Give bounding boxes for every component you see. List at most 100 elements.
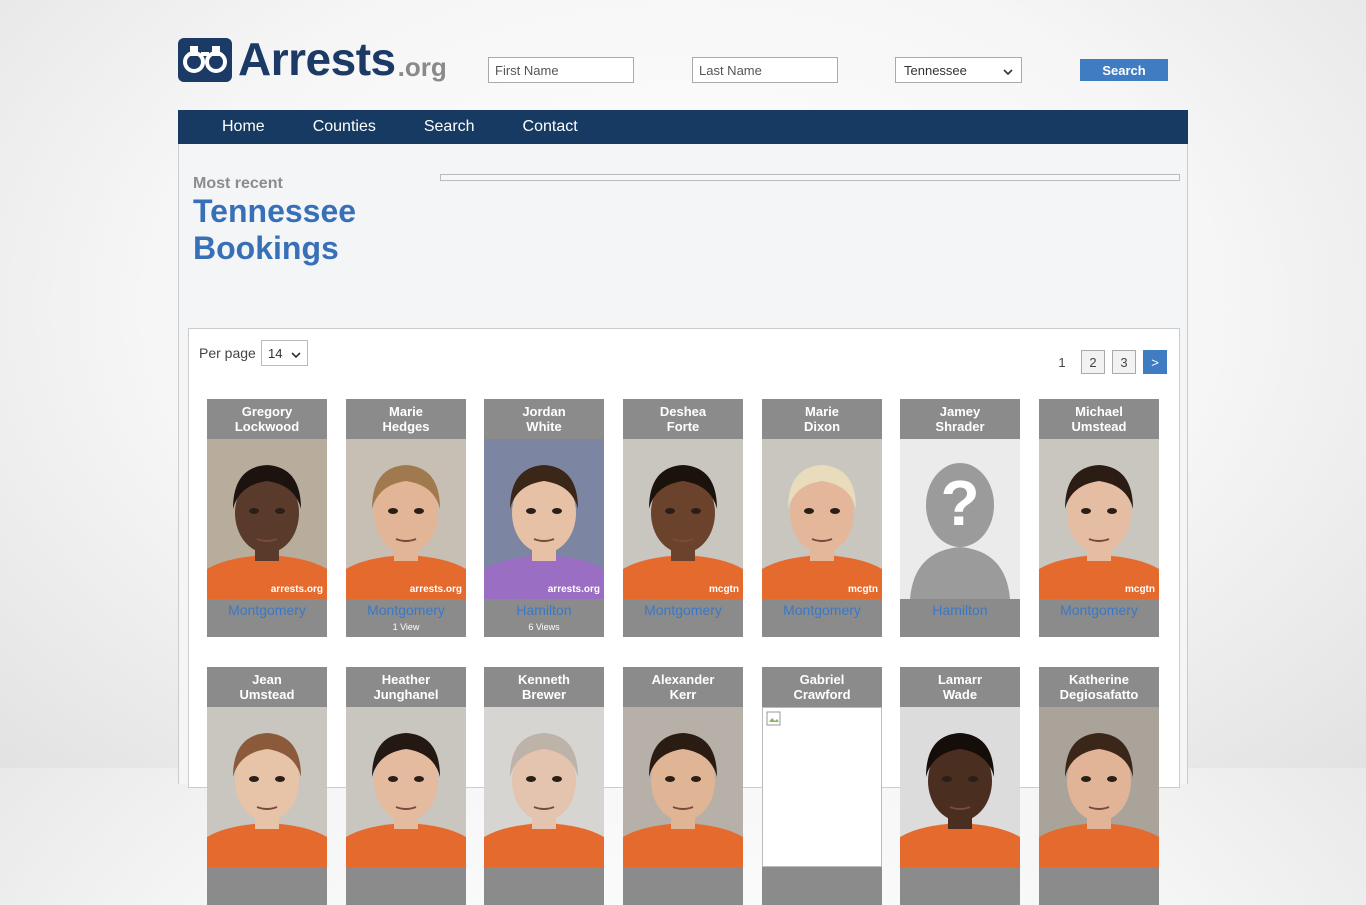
booking-name[interactable]: Gregory Lockwood bbox=[207, 399, 327, 439]
next-page-button[interactable]: > bbox=[1143, 350, 1167, 374]
booking-name[interactable]: Michael Umstead bbox=[1039, 399, 1159, 439]
booking-name[interactable]: Lamarr Wade bbox=[900, 667, 1020, 707]
booking-name[interactable]: Gabriel Crawford bbox=[762, 667, 882, 707]
county-link[interactable]: Montgomery bbox=[1039, 602, 1159, 618]
county-link[interactable]: Montgomery bbox=[207, 602, 327, 618]
booking-first-name: Michael bbox=[1075, 404, 1123, 419]
booking-first-name: Kenneth bbox=[518, 672, 570, 687]
page-title: Tennessee Bookings bbox=[193, 193, 423, 267]
booking-first-name: Marie bbox=[389, 404, 423, 419]
nav-search[interactable]: Search bbox=[424, 118, 475, 136]
booking-card[interactable]: Jordan White arrests.org Hamilton 6 Views bbox=[484, 399, 604, 637]
booking-last-name: Umstead bbox=[239, 687, 295, 702]
county-link[interactable]: Hamilton bbox=[484, 602, 604, 618]
mugshot-photo[interactable]: arrests.org bbox=[207, 439, 327, 599]
broken-image-icon[interactable] bbox=[762, 707, 882, 867]
nav-counties[interactable]: Counties bbox=[313, 118, 376, 136]
booking-last-name: Junghanel bbox=[373, 687, 439, 702]
booking-name[interactable]: Katherine Degiosafatto bbox=[1039, 667, 1159, 707]
booking-last-name: Forte bbox=[666, 419, 700, 434]
booking-card[interactable]: Kenneth Brewer bbox=[484, 667, 604, 905]
chevron-down-icon bbox=[1003, 63, 1013, 78]
unknown-person-icon[interactable]: ? bbox=[900, 439, 1020, 599]
site-logo[interactable]: Arrests .org bbox=[178, 34, 447, 82]
booking-card[interactable]: Deshea Forte mcgtn Montgomery bbox=[623, 399, 743, 637]
booking-last-name: Degiosafatto bbox=[1059, 687, 1139, 702]
search-button[interactable]: Search bbox=[1080, 59, 1168, 81]
booking-card[interactable]: Jamey Shrader? Hamilton bbox=[900, 399, 1020, 637]
county-link[interactable]: Montgomery bbox=[623, 602, 743, 618]
booking-card[interactable]: Lamarr Wade bbox=[900, 667, 1020, 905]
mugshot-photo[interactable]: arrests.org bbox=[346, 439, 466, 599]
chevron-down-icon bbox=[291, 346, 301, 361]
view-count: 6 Views bbox=[528, 622, 560, 632]
page-link-3[interactable]: 3 bbox=[1112, 350, 1136, 374]
booking-card[interactable]: Marie Hedges arrests.org Montgomery 1 View bbox=[346, 399, 466, 637]
mugshot-photo[interactable] bbox=[207, 707, 327, 867]
booking-first-name: Deshea bbox=[659, 404, 707, 419]
booking-name[interactable]: Marie Dixon bbox=[762, 399, 882, 439]
ad-banner-placeholder bbox=[440, 174, 1180, 181]
mugshot-photo[interactable]: mcgtn bbox=[623, 439, 743, 599]
booking-card[interactable]: Heather Junghanel bbox=[346, 667, 466, 905]
booking-name[interactable]: Marie Hedges bbox=[346, 399, 466, 439]
first-name-input[interactable] bbox=[488, 57, 634, 83]
booking-first-name: Katherine bbox=[1069, 672, 1129, 687]
per-page-select[interactable]: 14 bbox=[261, 340, 308, 366]
booking-last-name: Kerr bbox=[669, 687, 697, 702]
site-header: Arrests .org Tennessee Search bbox=[0, 0, 1366, 110]
booking-name[interactable]: Alexander Kerr bbox=[623, 667, 743, 707]
booking-card[interactable]: Michael Umstead mcgtn Montgomery bbox=[1039, 399, 1159, 637]
mugshot-photo[interactable] bbox=[1039, 707, 1159, 867]
booking-last-name: Brewer bbox=[521, 687, 567, 702]
booking-last-name: Hedges bbox=[382, 419, 430, 434]
photo-watermark: mcgtn bbox=[848, 584, 878, 595]
nav-contact[interactable]: Contact bbox=[523, 118, 578, 136]
county-link[interactable]: Hamilton bbox=[900, 602, 1020, 618]
handcuffs-logo-icon bbox=[178, 38, 232, 82]
mugshot-photo[interactable] bbox=[900, 707, 1020, 867]
booking-card[interactable]: Alexander Kerr bbox=[623, 667, 743, 905]
booking-name[interactable]: Jean Umstead bbox=[207, 667, 327, 707]
state-select[interactable]: Tennessee bbox=[895, 57, 1022, 83]
bookings-panel: Per page 14 1 2 3 > Gregory Lockwood arres… bbox=[188, 328, 1180, 905]
booking-last-name: Dixon bbox=[803, 419, 841, 434]
booking-last-name: Wade bbox=[942, 687, 978, 702]
last-name-input[interactable] bbox=[692, 57, 838, 83]
booking-name[interactable]: Kenneth Brewer bbox=[484, 667, 604, 707]
booking-name[interactable]: Heather Junghanel bbox=[346, 667, 466, 707]
photo-watermark: arrests.org bbox=[547, 584, 600, 595]
main-content: Most recent Tennessee Bookings Per page … bbox=[178, 144, 1188, 905]
booking-card[interactable]: Jean Umstead bbox=[207, 667, 327, 905]
nav-home[interactable]: Home bbox=[222, 118, 265, 136]
mugshot-photo[interactable]: arrests.org bbox=[484, 439, 604, 599]
booking-card[interactable]: Gabriel Crawford bbox=[762, 667, 882, 905]
booking-first-name: Gregory bbox=[241, 404, 293, 419]
per-page-value: 14 bbox=[268, 345, 283, 361]
booking-first-name: Lamarr bbox=[937, 672, 983, 687]
state-select-value: Tennessee bbox=[904, 62, 967, 78]
mugshot-photo[interactable] bbox=[346, 707, 466, 867]
per-page-label: Per page bbox=[199, 345, 256, 361]
booking-card[interactable]: Katherine Degiosafatto bbox=[1039, 667, 1159, 905]
mugshot-photo[interactable]: mcgtn bbox=[762, 439, 882, 599]
county-link[interactable]: Montgomery bbox=[346, 602, 466, 618]
booking-name[interactable]: Jamey Shrader bbox=[900, 399, 1020, 439]
page-title-line1: Tennessee bbox=[193, 193, 357, 229]
booking-name[interactable]: Jordan White bbox=[484, 399, 604, 439]
page-link-2[interactable]: 2 bbox=[1081, 350, 1105, 374]
mugshot-photo[interactable] bbox=[623, 707, 743, 867]
booking-first-name: Jordan bbox=[522, 404, 566, 419]
page-title-line2: Bookings bbox=[193, 230, 339, 266]
booking-first-name: Jamey bbox=[939, 404, 981, 419]
booking-last-name: Shrader bbox=[935, 419, 985, 434]
booking-name[interactable]: Deshea Forte bbox=[623, 399, 743, 439]
booking-first-name: Marie bbox=[805, 404, 839, 419]
booking-card[interactable]: Marie Dixon mcgtn Montgomery bbox=[762, 399, 882, 637]
booking-first-name: Alexander bbox=[651, 672, 715, 687]
booking-first-name: Gabriel bbox=[799, 672, 845, 687]
county-link[interactable]: Montgomery bbox=[762, 602, 882, 618]
mugshot-photo[interactable]: mcgtn bbox=[1039, 439, 1159, 599]
mugshot-photo[interactable] bbox=[484, 707, 604, 867]
booking-card[interactable]: Gregory Lockwood arrests.org Montgomery bbox=[207, 399, 327, 637]
